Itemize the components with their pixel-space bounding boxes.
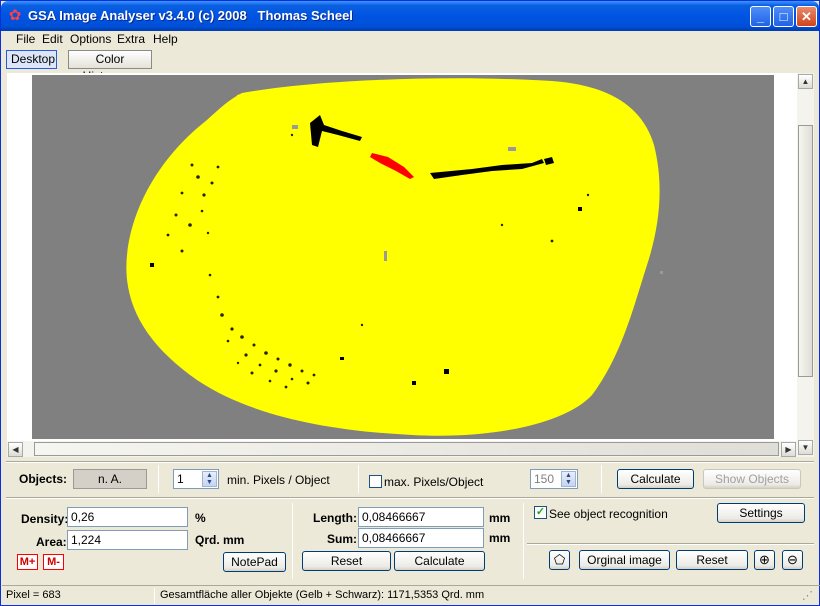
min-pixels-value: 1 — [177, 472, 184, 486]
zoom-in-button[interactable]: ⊕ — [754, 550, 775, 570]
menu-options[interactable]: Options — [70, 32, 111, 46]
area-label: Area: — [36, 535, 67, 549]
divider — [292, 503, 293, 579]
status-total-area: Gesamtfläche aller Objekte (Gelb + Schwa… — [160, 589, 485, 601]
zoom-in-icon: ⊕ — [759, 552, 770, 567]
density-unit: % — [195, 511, 206, 525]
maximize-icon: □ — [779, 9, 788, 24]
scroll-down-button[interactable]: ▼ — [798, 440, 813, 455]
title-bar[interactable]: ✿ GSA Image Analyser v3.4.0 (c) 2008 Tho… — [1, 1, 819, 31]
window-title: GSA Image Analyser v3.4.0 (c) 2008 Thoma… — [28, 8, 353, 23]
density-field[interactable]: 0,26 — [67, 507, 188, 527]
length-unit: mm — [489, 511, 511, 525]
max-pixels-checkbox[interactable] — [369, 475, 382, 488]
stepper-arrows-icon[interactable]: ▲ ▼ — [202, 471, 217, 487]
minimize-icon: _ — [756, 9, 765, 24]
sum-label: Sum: — [327, 532, 357, 546]
length-reset-button[interactable]: Reset — [302, 551, 391, 571]
menu-edit[interactable]: Edit — [42, 32, 63, 46]
minimize-button[interactable]: _ — [750, 6, 771, 27]
divider — [6, 497, 814, 499]
divider — [527, 543, 814, 545]
objects-count-field: n. A. — [73, 469, 147, 489]
memory-plus-button[interactable]: M+ — [17, 554, 38, 570]
stepper-arrows-icon[interactable]: ▲ ▼ — [561, 471, 576, 487]
length-calculate-button[interactable]: Calculate — [394, 551, 485, 571]
zoom-out-button[interactable]: ⊖ — [782, 550, 803, 570]
close-icon: ✕ — [801, 9, 812, 24]
divider — [158, 465, 159, 493]
app-window: ✿ GSA Image Analyser v3.4.0 (c) 2008 Tho… — [0, 0, 820, 606]
settings-button[interactable]: Settings — [717, 503, 805, 523]
maximize-button[interactable]: □ — [773, 6, 794, 27]
arrow-down-icon: ▼ — [801, 443, 810, 452]
image-reset-button[interactable]: Reset — [676, 550, 748, 570]
object-recognition-label: See object recognition — [549, 507, 668, 521]
divider — [601, 465, 602, 493]
memory-minus-button[interactable]: M- — [43, 554, 64, 570]
menu-file[interactable]: File — [16, 32, 35, 46]
area-field[interactable]: 1,224 — [67, 530, 188, 550]
notepad-button[interactable]: NotePad — [223, 552, 286, 572]
menu-extra[interactable]: Extra — [117, 32, 145, 46]
original-image-button[interactable]: Orginal image — [579, 550, 670, 570]
desktop-button[interactable]: Desktop — [6, 50, 57, 69]
max-pixels-value: 150 — [534, 472, 555, 486]
sum-unit: mm — [489, 531, 511, 545]
area-unit: Qrd. mm — [195, 533, 245, 547]
polygon-select-button[interactable]: ⬠ — [549, 550, 570, 570]
divider — [154, 588, 155, 604]
max-pixels-label: max. Pixels/Object — [384, 475, 484, 489]
vertical-scroll-thumb[interactable] — [798, 125, 813, 377]
status-bar: Pixel = 683 Gesamtfläche aller Objekte (… — [2, 585, 820, 605]
analysis-image[interactable] — [32, 75, 774, 439]
length-field[interactable]: 0,08466667 — [358, 507, 484, 527]
length-label: Length: — [313, 511, 357, 525]
menu-bar: File Edit Options Extra Help — [2, 31, 820, 47]
segmented-object-image — [32, 75, 774, 439]
divider — [523, 503, 524, 579]
objects-calculate-button[interactable]: Calculate — [617, 469, 694, 489]
scroll-left-button[interactable]: ◀ — [8, 442, 23, 457]
app-star-icon[interactable]: ✿ — [7, 8, 23, 24]
divider — [358, 465, 359, 493]
image-viewport[interactable] — [7, 73, 797, 441]
menu-help[interactable]: Help — [153, 32, 178, 46]
color-histogram-button[interactable]: Color Histogram — [68, 50, 152, 83]
horizontal-scroll-thumb[interactable] — [34, 442, 779, 456]
close-button[interactable]: ✕ — [796, 6, 817, 27]
scroll-up-button[interactable]: ▲ — [798, 74, 813, 89]
object-recognition-checkbox[interactable]: ✓ — [534, 506, 547, 519]
divider — [6, 461, 814, 463]
min-pixels-stepper[interactable]: 1 ▲ ▼ — [173, 469, 219, 489]
show-objects-button[interactable]: Show Objects — [703, 469, 801, 489]
density-label: Density: — [21, 512, 69, 526]
horizontal-scrollbar[interactable]: ◀ ▶ — [7, 441, 797, 457]
objects-label: Objects: — [19, 472, 68, 486]
scroll-right-button[interactable]: ▶ — [781, 442, 796, 457]
arrow-up-icon: ▲ — [801, 77, 810, 86]
resize-grip-icon[interactable]: ⋰ — [802, 589, 813, 602]
status-pixel: Pixel = 683 — [6, 589, 61, 601]
vertical-scrollbar[interactable]: ▲ ▼ — [797, 73, 814, 457]
min-pixels-label: min. Pixels / Object — [227, 473, 330, 487]
zoom-out-icon: ⊖ — [787, 552, 798, 567]
sum-field[interactable]: 0,08466667 — [358, 528, 484, 548]
max-pixels-stepper[interactable]: 150 ▲ ▼ — [530, 469, 578, 489]
polygon-icon: ⬠ — [553, 552, 566, 567]
arrow-right-icon: ▶ — [785, 445, 792, 454]
checkmark-icon: ✓ — [535, 506, 546, 518]
arrow-left-icon: ◀ — [12, 445, 19, 454]
